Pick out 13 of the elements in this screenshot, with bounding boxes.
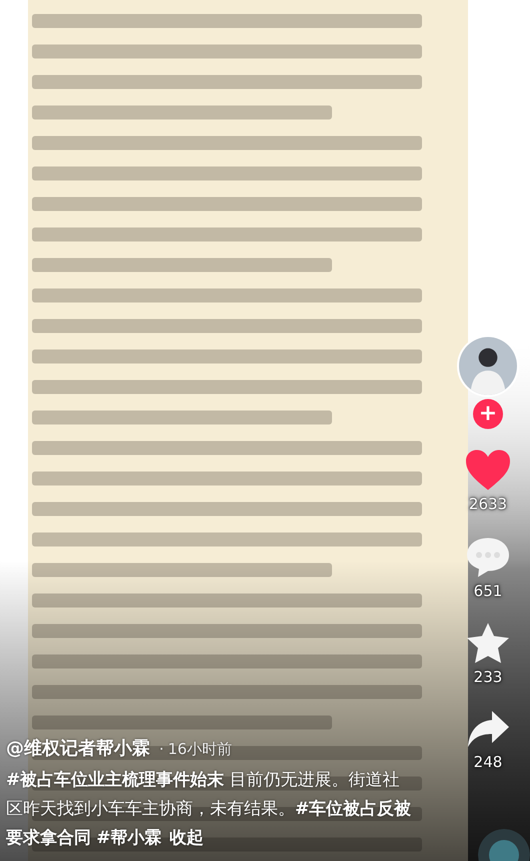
collapse-link[interactable]: 收起 <box>170 828 204 848</box>
count-label: 651 <box>474 580 502 602</box>
author-name[interactable]: @维权记者帮小霖 <box>6 738 150 759</box>
star-icon[interactable] <box>466 622 510 664</box>
share-icon[interactable] <box>466 708 510 748</box>
video-description: #被占车位业主梳理事件始末 目前仍无进展。街道社区昨天找到小车车主协商，未有结果。#车位被占反被要求拿合同 #帮小霖 收起 <box>6 769 412 850</box>
count-label: 248 <box>474 752 502 772</box>
count-label: 233 <box>474 667 502 688</box>
count-label: 2633 <box>468 494 508 515</box>
heart-icon[interactable] <box>465 449 511 491</box>
speech-bubble-icon[interactable] <box>466 536 510 578</box>
post-time: 16小时前 <box>168 740 232 758</box>
separator-dot: · <box>159 740 164 758</box>
